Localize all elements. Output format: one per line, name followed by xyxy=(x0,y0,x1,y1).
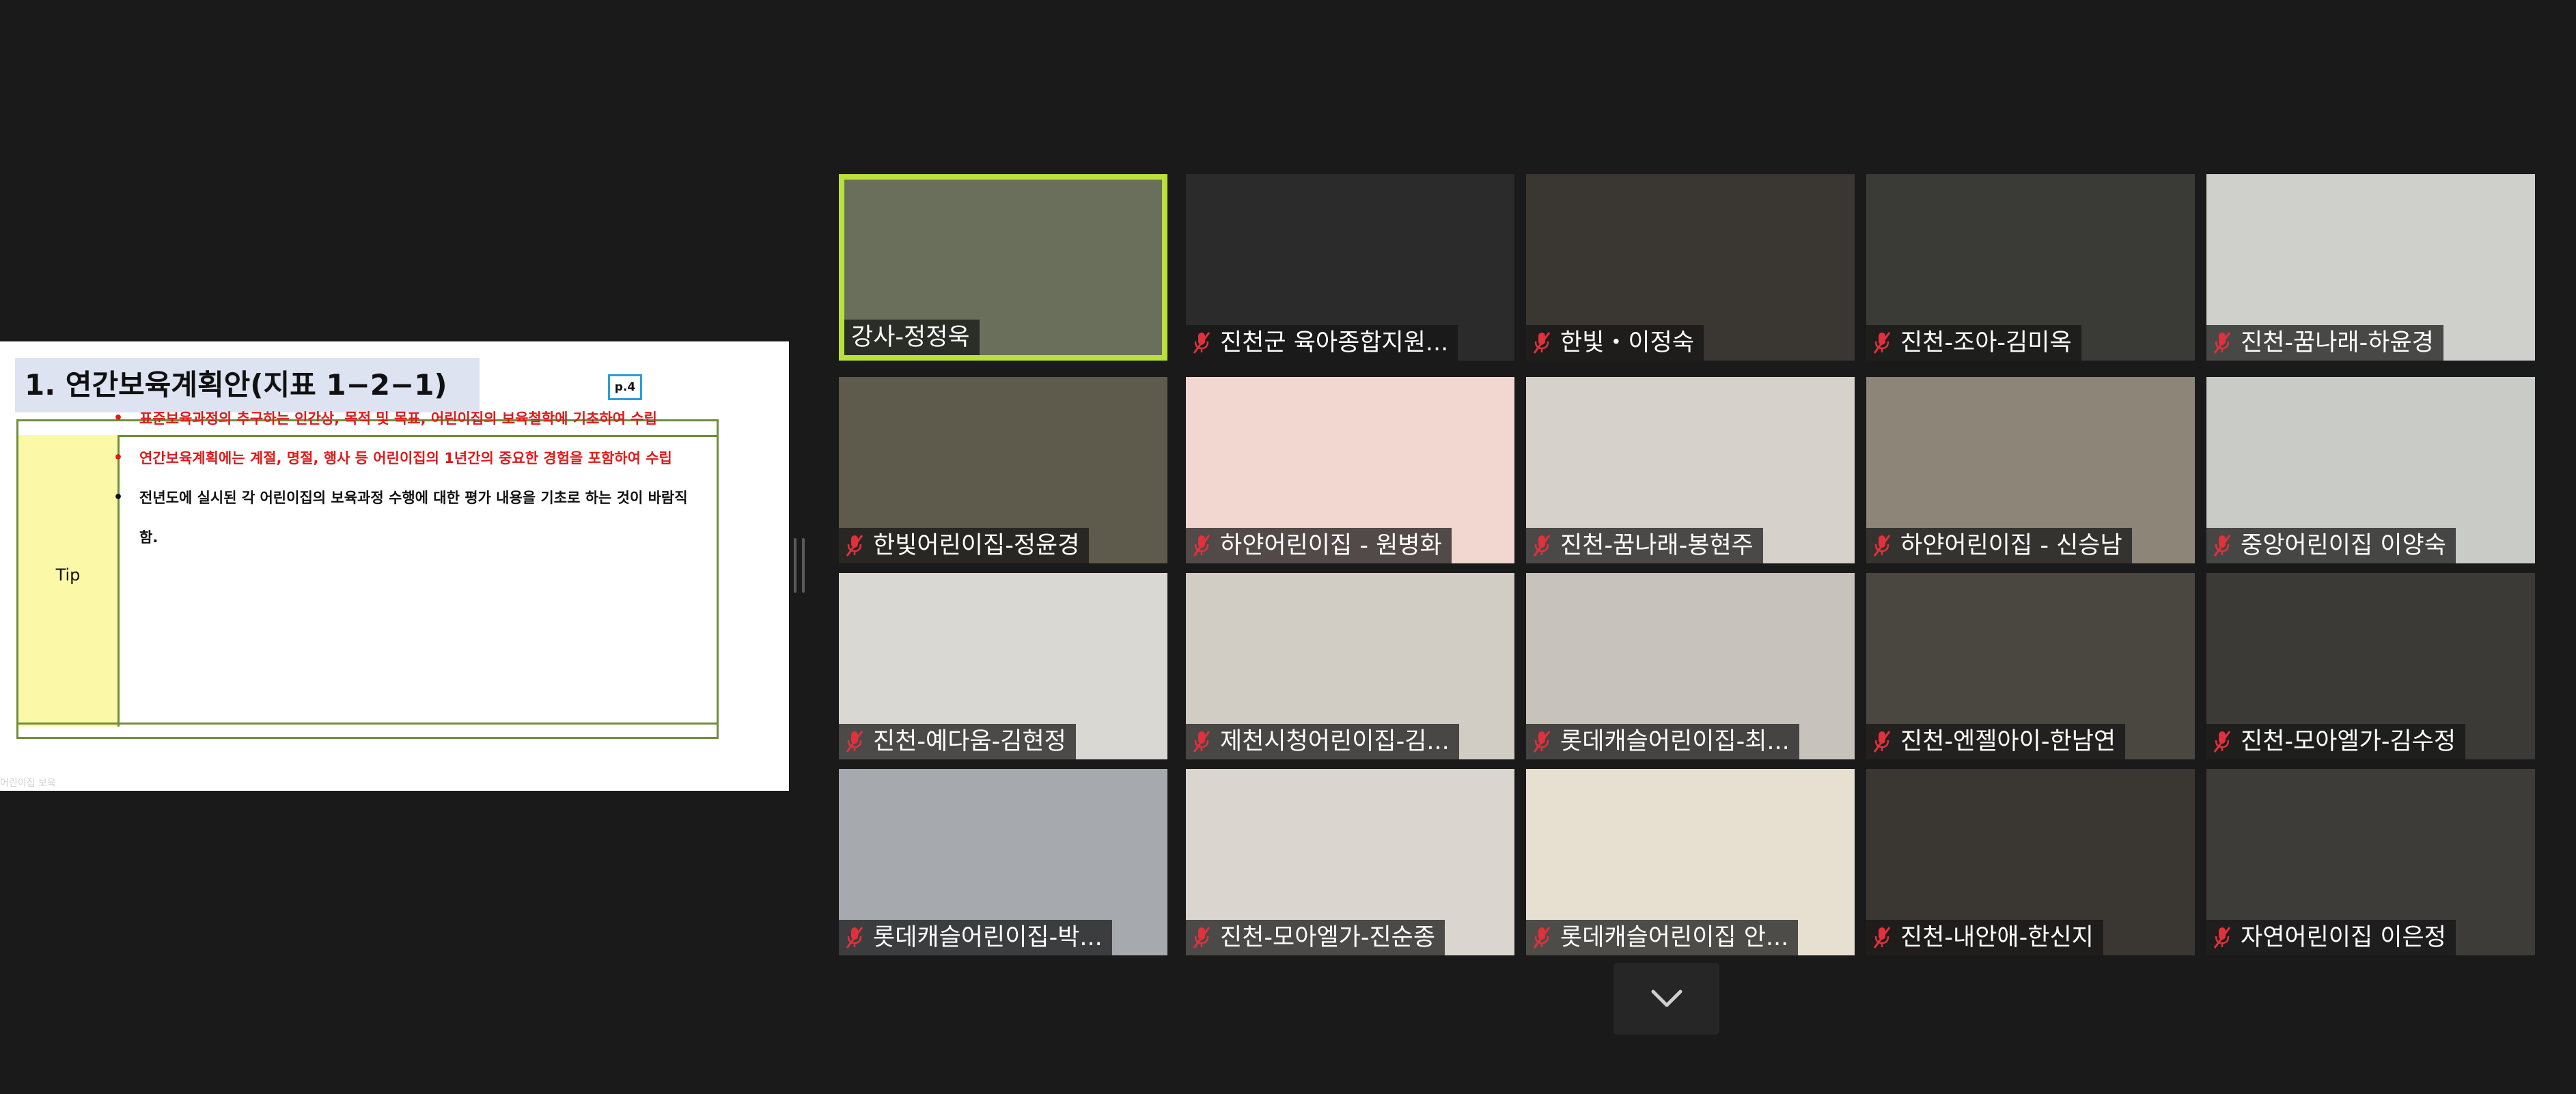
participant-tile[interactable]: 하얀어린이집 - 신승남 xyxy=(1866,377,2195,563)
participant-name: 하얀어린이집 - 신승남 xyxy=(1900,532,2122,559)
participant-tile[interactable]: 진천-엔젤아이-한남연 xyxy=(1866,573,2195,759)
participant-tile[interactable]: 한빛・이정숙 xyxy=(1526,174,1855,361)
mic-muted-icon xyxy=(846,535,863,557)
participant-gallery: 강사-정정욱 진천군 육아종합지원... 한빛・이정숙 진천-조아-김미옥 진천-꿈나래… xyxy=(0,0,2576,1094)
participant-name: 진천-조아-김미옥 xyxy=(1900,329,2072,356)
participant-tile[interactable]: 하얀어린이집 - 원병화 xyxy=(1186,377,1514,563)
participant-tile[interactable]: 진천-꿈나래-봉현주 xyxy=(1526,377,1855,563)
participant-tile[interactable]: 진천-예다움-김현정 xyxy=(839,573,1167,759)
participant-name-tag: 진천-꿈나래-봉현주 xyxy=(1526,528,1763,563)
mic-muted-icon xyxy=(1873,731,1891,753)
participant-name: 진천-엔젤아이-한남연 xyxy=(1900,728,2116,755)
mic-muted-icon xyxy=(1873,927,1891,949)
participant-tile[interactable]: 한빛어린이집-정윤경 xyxy=(839,377,1167,563)
participant-name-tag: 자연어린이집 이은정 xyxy=(2206,920,2456,955)
participant-name-tag: 진천-예다움-김현정 xyxy=(839,724,1076,759)
participant-tile[interactable]: 강사-정정욱 xyxy=(839,174,1167,361)
participant-name: 진천-꿈나래-봉현주 xyxy=(1560,532,1754,559)
participant-name-tag: 진천-조아-김미옥 xyxy=(1866,325,2081,361)
gallery-next-page-button[interactable] xyxy=(1614,963,1719,1035)
mic-muted-icon xyxy=(846,927,863,949)
participant-tile[interactable]: 롯데캐슬어린이집 안... xyxy=(1526,769,1855,955)
mic-muted-icon xyxy=(2213,927,2231,949)
participant-name-tag: 진천군 육아종합지원... xyxy=(1186,325,1458,361)
participant-name: 진천-예다움-김현정 xyxy=(873,728,1066,755)
participant-name: 진천-모아엘가-김수정 xyxy=(2241,728,2456,755)
participant-tile[interactable]: 롯데캐슬어린이집-박... xyxy=(839,769,1167,955)
participant-name-tag: 진천-꿈나래-하윤경 xyxy=(2206,325,2443,361)
participant-name-tag: 하얀어린이집 - 원병화 xyxy=(1186,528,1452,563)
participant-name: 롯데캐슬어린이집-최... xyxy=(1560,728,1790,755)
participant-name: 진천-꿈나래-하윤경 xyxy=(2241,329,2434,356)
participant-name-tag: 하얀어린이집 - 신승남 xyxy=(1866,528,2132,563)
participant-name: 진천-모아엘가-진순종 xyxy=(1220,924,1436,951)
participant-name: 하얀어린이집 - 원병화 xyxy=(1220,532,1442,559)
participant-tile[interactable]: 롯데캐슬어린이집-최... xyxy=(1526,573,1855,759)
mic-muted-icon xyxy=(1533,332,1551,354)
participant-name-tag: 진천-엔젤아이-한남연 xyxy=(1866,724,2126,759)
participant-name: 한빛어린이집-정윤경 xyxy=(873,532,1080,559)
mic-muted-icon xyxy=(1193,535,1210,557)
chevron-down-icon xyxy=(1651,990,1682,1007)
participant-tile[interactable]: 진천-모아엘가-진순종 xyxy=(1186,769,1514,955)
participant-name: 롯데캐슬어린이집-박... xyxy=(873,924,1103,951)
participant-name: 진천-내안애-한신지 xyxy=(1900,924,2094,951)
participant-tile[interactable]: 진천군 육아종합지원... xyxy=(1186,174,1514,361)
participant-name-tag: 롯데캐슬어린이집 안... xyxy=(1526,920,1799,955)
participant-name: 자연어린이집 이은정 xyxy=(2241,924,2446,951)
participant-tile[interactable]: 중앙어린이집 이양숙 xyxy=(2206,377,2535,563)
participant-name-tag: 중앙어린이집 이양숙 xyxy=(2206,528,2456,563)
participant-name: 제천시청어린이집-김... xyxy=(1220,728,1450,755)
participant-tile[interactable]: 진천-내안애-한신지 xyxy=(1866,769,2195,955)
mic-muted-icon xyxy=(1533,927,1551,949)
participant-name-tag: 강사-정정욱 xyxy=(844,320,980,355)
participant-name-tag: 진천-모아엘가-진순종 xyxy=(1186,920,1445,955)
mic-muted-icon xyxy=(1193,332,1210,354)
participant-name-tag: 제천시청어린이집-김... xyxy=(1186,724,1459,759)
participant-tile[interactable]: 진천-조아-김미옥 xyxy=(1866,174,2195,361)
mic-muted-icon xyxy=(846,731,863,753)
mic-muted-icon xyxy=(1533,731,1551,753)
participant-name: 진천군 육아종합지원... xyxy=(1220,329,1449,356)
mic-muted-icon xyxy=(1533,535,1551,557)
participant-name-tag: 진천-내안애-한신지 xyxy=(1866,920,2103,955)
mic-muted-icon xyxy=(1193,927,1210,949)
participant-name-tag: 한빛어린이집-정윤경 xyxy=(839,528,1090,563)
mic-muted-icon xyxy=(1193,731,1210,753)
participant-tile[interactable]: 진천-꿈나래-하윤경 xyxy=(2206,174,2535,361)
participant-name-tag: 롯데캐슬어린이집-최... xyxy=(1526,724,1799,759)
mic-muted-icon xyxy=(2213,731,2231,753)
mic-muted-icon xyxy=(2213,535,2231,557)
participant-name: 중앙어린이집 이양숙 xyxy=(2241,532,2446,559)
participant-tile[interactable]: 진천-모아엘가-김수정 xyxy=(2206,573,2535,759)
participant-name-tag: 롯데캐슬어린이집-박... xyxy=(839,920,1112,955)
participant-tile[interactable]: 자연어린이집 이은정 xyxy=(2206,769,2535,955)
mic-muted-icon xyxy=(1873,332,1891,354)
participant-name-tag: 한빛・이정숙 xyxy=(1526,325,1704,361)
participant-name: 강사-정정욱 xyxy=(851,324,970,351)
participant-name: 롯데캐슬어린이집 안... xyxy=(1560,924,1789,951)
participant-name: 한빛・이정숙 xyxy=(1560,329,1695,356)
mic-muted-icon xyxy=(1873,535,1891,557)
participant-name-tag: 진천-모아엘가-김수정 xyxy=(2206,724,2466,759)
participant-tile[interactable]: 제천시청어린이집-김... xyxy=(1186,573,1514,759)
mic-muted-icon xyxy=(2213,332,2231,354)
